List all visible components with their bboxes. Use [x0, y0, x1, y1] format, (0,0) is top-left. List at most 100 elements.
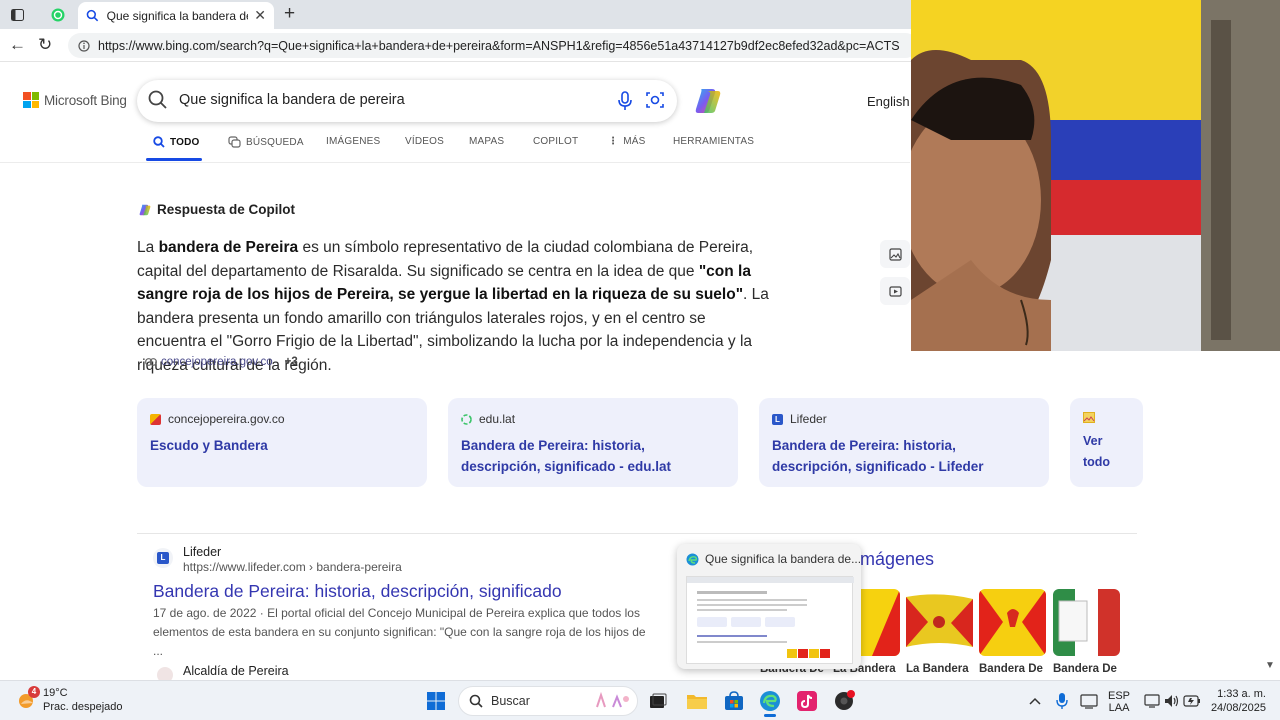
- card-title[interactable]: Bandera de Pereira: historia, descripció…: [772, 435, 1036, 477]
- active-tab[interactable]: Que significa la bandera de pereira ✕: [78, 2, 274, 29]
- microphone-icon[interactable]: [617, 90, 633, 112]
- card-title[interactable]: Escudo y Bandera: [150, 435, 414, 456]
- video-icon[interactable]: [880, 277, 910, 305]
- lifeder-favicon-icon: L: [153, 548, 173, 568]
- image-thumbnail[interactable]: [979, 589, 1046, 656]
- task-view-icon[interactable]: [646, 689, 670, 713]
- tab-label: COPILOT: [533, 136, 579, 147]
- citation[interactable]: concejopereira.gov.co +3: [145, 356, 298, 368]
- site-info-icon[interactable]: [78, 39, 90, 52]
- input-language[interactable]: ESP LAA: [1108, 690, 1130, 714]
- new-tab-icon[interactable]: +: [284, 3, 295, 25]
- scroll-down-arrow-icon[interactable]: ▼: [1265, 660, 1275, 671]
- close-tab-icon[interactable]: ✕: [254, 7, 266, 24]
- whatsapp-tab-icon[interactable]: [47, 5, 69, 25]
- search-icon: [469, 694, 483, 708]
- microphone-tray-icon[interactable]: [1050, 689, 1074, 713]
- taskbar-window-preview[interactable]: Que significa la bandera de...: [677, 544, 861, 669]
- weather-temperature: 19°C: [43, 687, 68, 699]
- system-clock[interactable]: 1:33 a. m. 24/08/2025: [1210, 687, 1266, 715]
- see-all-card[interactable]: Ver todo: [1070, 398, 1143, 487]
- tab-label: MAPAS: [469, 136, 505, 147]
- card-source: edu.lat: [461, 412, 725, 426]
- card-source-text: edu.lat: [479, 412, 516, 426]
- edu-favicon-icon: [461, 413, 472, 425]
- tab-label: HERRAMIENTAS: [673, 136, 755, 147]
- search-icon[interactable]: [147, 89, 169, 111]
- bing-logo[interactable]: Microsoft Bing: [23, 92, 127, 108]
- taskbar-search-placeholder: Buscar: [491, 694, 530, 708]
- language-code: ESP: [1108, 690, 1131, 702]
- image-thumbnail[interactable]: [1053, 589, 1120, 656]
- header-divider: [0, 162, 910, 163]
- card-title[interactable]: Bandera de Pereira: historia, descripció…: [461, 435, 725, 477]
- taskbar-search[interactable]: Buscar: [458, 686, 638, 716]
- search-box[interactable]: Que significa la bandera de pereira: [137, 80, 677, 122]
- card-source-text: concejopereira.gov.co: [168, 412, 285, 426]
- result-site-name[interactable]: Alcaldía de Pereira: [183, 664, 289, 678]
- result-title[interactable]: Bandera de Pereira: historia, descripció…: [153, 581, 562, 602]
- refresh-icon[interactable]: ↻: [38, 35, 52, 55]
- see-all-link[interactable]: Ver todo: [1083, 431, 1130, 473]
- copilot-logo-icon[interactable]: [692, 85, 724, 117]
- source-card[interactable]: edu.lat Bandera de Pereira: historia, de…: [448, 398, 738, 487]
- citation-more[interactable]: +3: [285, 356, 298, 368]
- more-dots-icon: ⋮: [608, 136, 619, 147]
- answer-text: La: [137, 239, 159, 256]
- tab-herramientas[interactable]: HERRAMIENTAS: [673, 136, 754, 147]
- search-query[interactable]: Que significa la bandera de pereira: [179, 92, 405, 108]
- preview-title: Que significa la bandera de...: [705, 552, 861, 566]
- tab-copilot[interactable]: COPILOT: [533, 136, 578, 147]
- tab-label: TODO: [170, 136, 200, 148]
- image-thumbnail[interactable]: [906, 589, 973, 656]
- weather-widget[interactable]: 4 19°C Prac. despejado: [15, 686, 123, 714]
- clock-date: 24/08/2025: [1210, 702, 1266, 714]
- image-icon[interactable]: [880, 240, 910, 268]
- tab-label: VÍDEOS: [405, 136, 444, 147]
- card-source-text: Lifeder: [790, 412, 827, 426]
- citation-source[interactable]: concejopereira.gov.co: [161, 356, 273, 368]
- weather-text: 19°C Prac. despejado: [43, 686, 123, 714]
- lifeder-favicon-icon: L: [772, 413, 783, 425]
- edge-icon: [686, 553, 699, 565]
- battery-icon[interactable]: [1180, 689, 1204, 713]
- image-caption: Bandera De: [1053, 663, 1117, 675]
- microsoft-store-icon[interactable]: [722, 689, 746, 713]
- language-link[interactable]: English: [867, 94, 910, 109]
- edge-taskbar-icon[interactable]: [758, 689, 782, 717]
- active-tab-indicator: [146, 158, 202, 161]
- image-thumb-icon: [1083, 412, 1095, 423]
- source-card[interactable]: concejopereira.gov.co Escudo y Bandera: [137, 398, 427, 487]
- url-field[interactable]: https://www.bing.com/search?q=Que+signif…: [68, 33, 918, 58]
- weather-sun-icon: 4: [15, 686, 40, 711]
- tiktok-icon[interactable]: [795, 689, 819, 713]
- tab-actions-icon[interactable]: [6, 5, 28, 25]
- show-hidden-icons-chevron-icon[interactable]: [1023, 689, 1047, 713]
- images-heading[interactable]: mágenes: [860, 549, 934, 570]
- search-icon: [153, 136, 165, 148]
- tab-imagenes[interactable]: IMÁGENES: [326, 136, 380, 147]
- tab-mas[interactable]: ⋮ MÁS: [608, 136, 645, 147]
- obs-recording-icon[interactable]: [832, 689, 856, 713]
- weather-condition: Prac. despejado: [43, 701, 123, 713]
- url-text: https://www.bing.com/search?q=Que+signif…: [98, 38, 900, 53]
- device-tray-icon[interactable]: [1077, 689, 1101, 713]
- tab-videos[interactable]: VÍDEOS: [405, 136, 444, 147]
- keyboard-layout: LAA: [1108, 702, 1130, 714]
- tab-label: BÚSQUEDA: [246, 136, 304, 148]
- copilot-icon: [139, 204, 151, 215]
- clock-time: 1:33 a. m.: [1217, 688, 1266, 700]
- image-caption: La Bandera: [906, 663, 969, 675]
- active-app-indicator: [764, 714, 776, 717]
- tab-busqueda[interactable]: BÚSQUEDA: [228, 136, 304, 148]
- source-card[interactable]: L Lifeder Bandera de Pereira: historia, …: [759, 398, 1049, 487]
- result-site-name[interactable]: Lifeder: [183, 545, 221, 559]
- tab-label: IMÁGENES: [326, 136, 381, 147]
- tab-todo[interactable]: TODO: [153, 136, 200, 148]
- back-arrow-icon[interactable]: ←: [9, 35, 26, 55]
- file-explorer-icon[interactable]: [685, 689, 709, 713]
- windows-start-icon[interactable]: [424, 689, 448, 713]
- result-url[interactable]: https://www.lifeder.com › bandera-pereir…: [183, 560, 402, 574]
- tab-mapas[interactable]: MAPAS: [469, 136, 504, 147]
- visual-search-icon[interactable]: [645, 90, 665, 110]
